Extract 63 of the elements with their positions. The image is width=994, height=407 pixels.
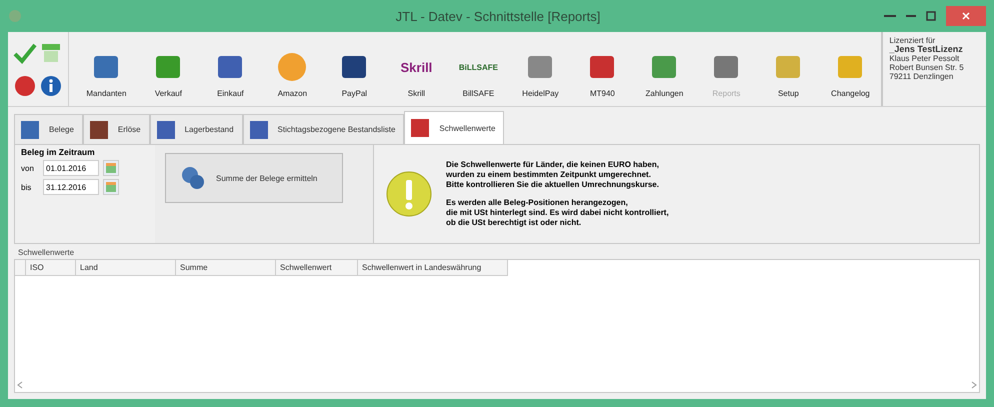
logo: BiLLSAFE (458, 62, 498, 74)
date-field[interactable]: 31.12.2016 (43, 179, 99, 195)
checkmark-button[interactable] (13, 42, 38, 64)
toolbar-button[interactable]: Verkauf (137, 32, 200, 106)
tab-icon (154, 118, 177, 140)
column-header[interactable]: ISO (26, 260, 76, 276)
toolbar-button[interactable]: PayPal (323, 32, 386, 106)
window-title: JTL - Datev - Schnittstelle [Reports] (394, 8, 602, 24)
field-label: bis (21, 182, 32, 192)
minimize-button[interactable] (906, 14, 916, 18)
tab-icon (248, 118, 270, 140)
column-header[interactable]: Schwellenwert in Landeswährung (358, 260, 508, 276)
field-label: von (21, 164, 35, 172)
power-button[interactable] (14, 74, 36, 96)
toolbar-button[interactable]: Changelog (819, 32, 882, 106)
calculate-button[interactable]: Summe der Belege ermitteln (165, 153, 343, 203)
monitor-button[interactable] (41, 42, 62, 64)
warning-icon (386, 171, 432, 217)
license-caption: Lizenziert für (889, 36, 936, 45)
notice-text: Bitte kontrollieren Sie die aktuellen Umrechnungskurse. (446, 180, 660, 190)
maximize-button[interactable] (926, 11, 936, 21)
toolbar-button[interactable]: HeidelPay (509, 32, 572, 106)
tab[interactable]: Stichtagsbezogene Bestandsliste (242, 114, 404, 144)
logo: Skrill (400, 58, 432, 76)
scroll-left-icon[interactable] (17, 381, 23, 389)
toolbar-button[interactable]: Skrill Skrill (385, 32, 448, 106)
column-header[interactable]: Summe (176, 260, 276, 276)
tab[interactable]: Lagerbestand (150, 114, 243, 144)
close-icon (962, 12, 970, 20)
scroll-right-icon[interactable] (971, 381, 977, 389)
app-icon (8, 9, 22, 23)
toolbar-button[interactable]: Zahlungen (633, 32, 696, 106)
toolbar-button[interactable]: Einkauf (199, 32, 262, 106)
calendar-button[interactable] (103, 179, 119, 195)
notice-text: Es werden alle Beleg-Positionen herangezogen, (446, 198, 629, 208)
column-header[interactable]: Schwellenwert (276, 260, 358, 276)
group-title: Beleg im Zeitraum (21, 147, 96, 157)
notice-text: die mit USt hinterlegt sind. Es wird dabei nicht kontrolliert, (446, 208, 669, 218)
address-line: Klaus Peter Pessolt (889, 54, 960, 63)
notice-text: ob die USt berechtigt ist oder nicht. (446, 218, 582, 228)
tab[interactable]: Schwellenwerte (404, 111, 504, 144)
table-title: Schwellenwerte (18, 248, 76, 257)
toolbar-button[interactable]: Amazon (261, 32, 324, 106)
address-line: Robert Bunsen Str. 5 (889, 63, 965, 72)
toolbar-button[interactable]: Setup (757, 32, 820, 106)
column-header[interactable]: Land (76, 260, 176, 276)
date-field[interactable]: 01.01.2016 (43, 160, 99, 176)
tab-icon (409, 117, 432, 139)
tab-icon (88, 118, 110, 140)
tab[interactable]: Erlöse (82, 114, 150, 144)
tab[interactable]: Belege (14, 114, 83, 144)
license-name: _Jens TestLizenz (889, 45, 964, 54)
close-button[interactable] (946, 6, 986, 26)
notice-text: wurden zu einem bestimmten Zeitpunkt umgerechnet. (446, 170, 652, 180)
toolbar-button[interactable]: MT940 (571, 32, 634, 106)
toolbar-button[interactable]: BiLLSAFE BillSAFE (447, 32, 510, 106)
notice-text: Die Schwellenwerte für Länder, die keinen EURO haben, (446, 160, 660, 170)
toolbar-button[interactable]: Mandanten (75, 32, 138, 106)
address-line: 79211 Denzlingen (889, 72, 954, 81)
tab-icon (19, 118, 41, 140)
info-button[interactable] (40, 74, 62, 96)
coins-icon (180, 165, 206, 191)
calendar-button[interactable] (103, 160, 119, 176)
